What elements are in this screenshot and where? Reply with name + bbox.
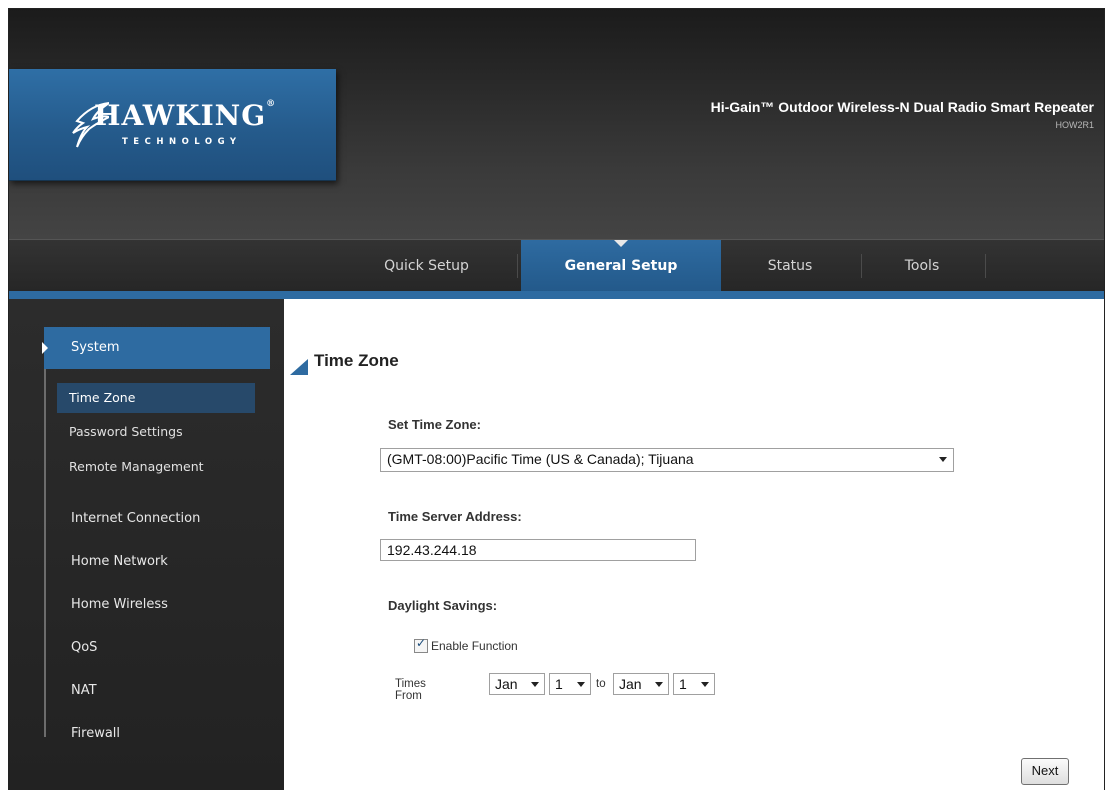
daylight-savings-label: Daylight Savings: bbox=[388, 598, 498, 613]
tab-tools[interactable]: Tools bbox=[867, 240, 977, 292]
time-server-input[interactable]: 192.43.244.18 bbox=[380, 539, 696, 561]
logo: HAWKING® TECHNOLOGY bbox=[9, 69, 336, 181]
tab-quick-setup[interactable]: Quick Setup bbox=[344, 240, 509, 292]
section-marker-icon bbox=[290, 359, 308, 375]
time-server-label: Time Server Address: bbox=[388, 509, 522, 524]
sidebar-subitem-remote-management[interactable]: Remote Management bbox=[57, 452, 255, 482]
enable-function-label: Enable Function bbox=[431, 639, 518, 653]
main-content: Time Zone Set Time Zone: (GMT-08:00)Paci… bbox=[284, 299, 1104, 790]
time-zone-select[interactable]: (GMT-08:00)Pacific Time (US & Canada); T… bbox=[380, 448, 954, 472]
to-month-select[interactable]: Jan bbox=[613, 673, 669, 695]
header: HAWKING® TECHNOLOGY Hi-Gain™ Outdoor Wir… bbox=[9, 9, 1104, 239]
nav-separator bbox=[517, 254, 518, 278]
sidebar-rail bbox=[44, 327, 46, 737]
chevron-down-icon bbox=[655, 682, 663, 687]
tab-status[interactable]: Status bbox=[725, 240, 855, 292]
tab-general-setup[interactable]: General Setup bbox=[521, 240, 721, 292]
chevron-down-icon bbox=[939, 457, 947, 462]
nav-separator bbox=[985, 254, 986, 278]
sidebar-item-system[interactable]: System bbox=[42, 327, 270, 369]
product-model: HOW2R1 bbox=[1055, 120, 1094, 130]
sidebar-item-home-network[interactable]: Home Network bbox=[71, 554, 168, 569]
active-tab-pointer-icon bbox=[614, 240, 628, 247]
sidebar: System Time Zone Password Settings Remot… bbox=[9, 299, 284, 790]
chevron-down-icon bbox=[577, 682, 585, 687]
enable-function-checkbox[interactable]: ✓ bbox=[414, 636, 428, 653]
nav-separator bbox=[861, 254, 862, 278]
top-nav: Quick Setup General Setup Status Tools bbox=[9, 239, 1104, 292]
page-title: Time Zone bbox=[314, 351, 399, 370]
product-title: Hi-Gain™ Outdoor Wireless-N Dual Radio S… bbox=[710, 99, 1094, 115]
chevron-down-icon bbox=[701, 682, 709, 687]
brand-name: HAWKING® bbox=[94, 99, 277, 132]
sidebar-item-firewall[interactable]: Firewall bbox=[71, 726, 120, 741]
sidebar-item-nat[interactable]: NAT bbox=[71, 683, 97, 698]
times-from-label: Times From bbox=[395, 678, 426, 702]
chevron-down-icon bbox=[531, 682, 539, 687]
sidebar-subitem-password-settings[interactable]: Password Settings bbox=[57, 417, 255, 447]
brand-subtitle: TECHNOLOGY bbox=[122, 137, 242, 147]
sidebar-item-qos[interactable]: QoS bbox=[71, 640, 97, 655]
to-day-select[interactable]: 1 bbox=[673, 673, 715, 695]
to-label: to bbox=[596, 678, 606, 690]
nav-accent-bar bbox=[9, 291, 1104, 299]
sidebar-subitem-time-zone[interactable]: Time Zone bbox=[57, 383, 255, 413]
caret-right-icon bbox=[42, 342, 48, 354]
from-day-select[interactable]: 1 bbox=[549, 673, 591, 695]
router-admin-page: HAWKING® TECHNOLOGY Hi-Gain™ Outdoor Wir… bbox=[8, 8, 1105, 790]
next-button[interactable]: Next bbox=[1021, 758, 1069, 785]
sidebar-item-home-wireless[interactable]: Home Wireless bbox=[71, 597, 168, 612]
checkmark-icon: ✓ bbox=[416, 636, 427, 650]
sidebar-item-internet-connection[interactable]: Internet Connection bbox=[71, 511, 200, 526]
set-time-zone-label: Set Time Zone: bbox=[388, 417, 481, 432]
from-month-select[interactable]: Jan bbox=[489, 673, 545, 695]
